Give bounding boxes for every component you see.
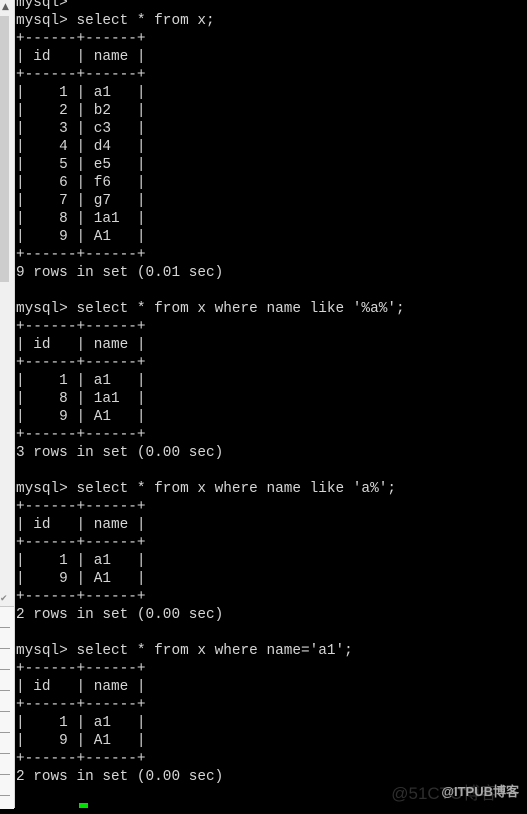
terminal-line: | 8 | 1a1 | [16, 211, 146, 227]
terminal-line: | 4 | d4 | [16, 139, 146, 155]
divider [0, 795, 10, 796]
terminal-line: | 6 | f6 | [16, 175, 146, 191]
terminal-line: | 5 | e5 | [16, 157, 146, 173]
terminal-cursor [79, 803, 88, 808]
terminal-line: +------+------+ [16, 67, 146, 83]
terminal-line: +------+------+ [16, 661, 146, 677]
terminal-line: | 8 | 1a1 | [16, 391, 146, 407]
terminal-line: +------+------+ [16, 589, 146, 605]
scroll-up-icon[interactable]: ▲ [2, 2, 10, 12]
divider [0, 711, 10, 712]
terminal-line: 9 rows in set (0.01 sec) [16, 265, 224, 281]
terminal-line: +------+------+ [16, 247, 146, 263]
terminal-line: | 9 | A1 | [16, 571, 146, 587]
side-panel: ▲ ✔ [0, 0, 15, 809]
divider [0, 753, 10, 754]
terminal-line: | 1 | a1 | [16, 715, 146, 731]
terminal-line: | 1 | a1 | [16, 553, 146, 569]
terminal-line: mysql> [16, 0, 68, 11]
terminal-line: | id | name | [16, 49, 146, 65]
divider [0, 690, 10, 691]
side-panel-list [0, 606, 14, 809]
terminal-line: | id | name | [16, 517, 146, 533]
terminal-line: +------+------+ [16, 535, 146, 551]
watermark: @51CTO博客 @ITPUB博客 [391, 781, 519, 803]
terminal-line: mysql> select * from x; [16, 13, 215, 29]
terminal-line: | 2 | b2 | [16, 103, 146, 119]
terminal-line: | 9 | A1 | [16, 409, 146, 425]
terminal-line: | 9 | A1 | [16, 229, 146, 245]
check-icon: ✔ [0, 594, 8, 604]
terminal-line: | 9 | A1 | [16, 733, 146, 749]
scrollbar-thumb[interactable] [0, 16, 9, 282]
terminal-line: | id | name | [16, 679, 146, 695]
terminal-line: +------+------+ [16, 499, 146, 515]
terminal-line: 3 rows in set (0.00 sec) [16, 445, 224, 461]
terminal-line: +------+------+ [16, 751, 146, 767]
terminal-line: | 3 | c3 | [16, 121, 146, 137]
terminal-line: | 1 | a1 | [16, 373, 146, 389]
divider [0, 774, 10, 775]
divider [0, 732, 10, 733]
terminal-line: mysql> select * from x where name='a1'; [16, 643, 353, 659]
terminal-line: +------+------+ [16, 427, 146, 443]
terminal-line: +------+------+ [16, 697, 146, 713]
divider [0, 627, 10, 628]
terminal-line: +------+------+ [16, 31, 146, 47]
watermark-text: @ITPUB博客 [441, 784, 519, 799]
terminal-line: 2 rows in set (0.00 sec) [16, 607, 224, 623]
terminal-output[interactable]: mysql> mysql> select * from x; +------+---… [15, 0, 527, 814]
terminal-line: +------+------+ [16, 319, 146, 335]
divider [0, 648, 10, 649]
terminal-line: | id | name | [16, 337, 146, 353]
terminal-line: | 1 | a1 | [16, 85, 146, 101]
terminal-text: mysql> mysql> select * from x; +------+---… [15, 0, 527, 804]
divider [0, 669, 10, 670]
terminal-line: | 7 | g7 | [16, 193, 146, 209]
terminal-line: mysql> select * from x where name like '… [16, 301, 405, 317]
terminal-line: +------+------+ [16, 355, 146, 371]
terminal-line: mysql> select * from x where name like '… [16, 481, 396, 497]
